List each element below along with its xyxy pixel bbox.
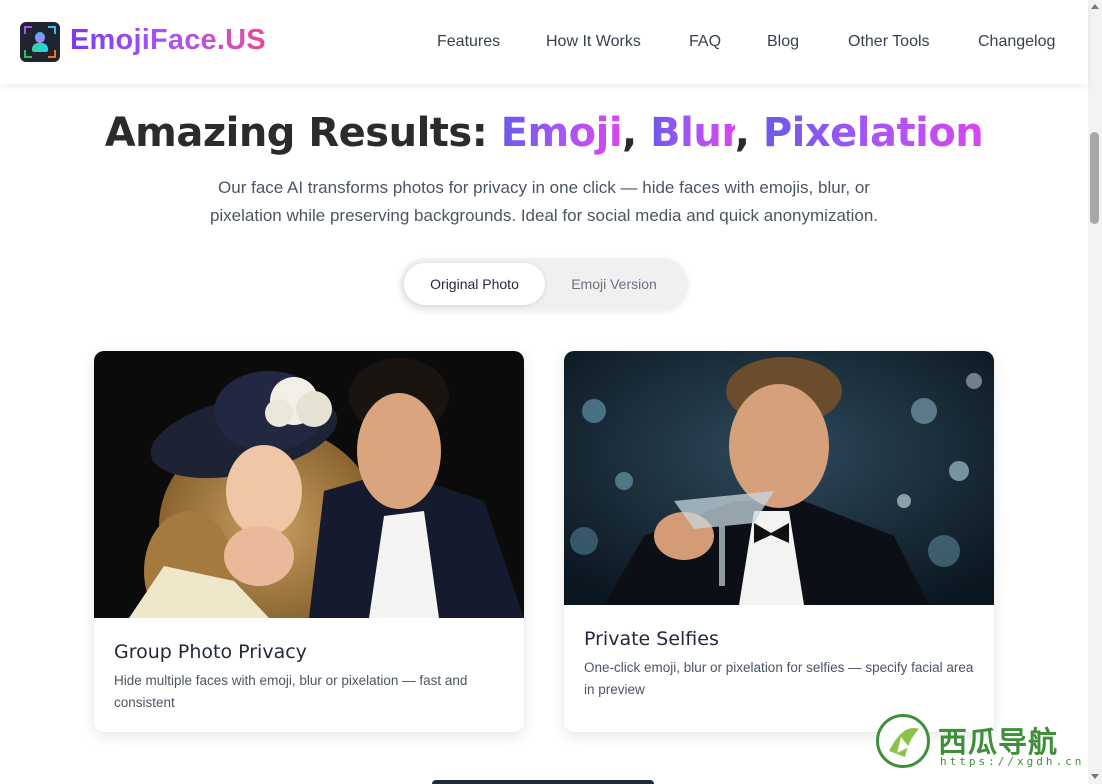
page-scrollbar[interactable] [1088,0,1102,784]
card-title: Private Selfies [584,628,719,650]
nav-blog[interactable]: Blog [767,33,799,51]
scrollbar-thumb[interactable] [1090,132,1099,224]
scroll-up-arrow-icon[interactable] [1091,4,1099,9]
scroll-down-arrow-icon[interactable] [1091,774,1099,779]
watermark-logo-icon [876,714,930,768]
title-pixelation: Pixelation [762,110,984,156]
logo-icon[interactable] [20,22,60,62]
brand-name[interactable]: EmojiFace.US [70,24,266,57]
section-subtitle: Our face AI transforms photos for privac… [209,178,879,225]
site-header: EmojiFace.US Features How It Works FAQ B… [0,0,1088,84]
card-title: Group Photo Privacy [114,641,307,663]
emoji-version-tab[interactable]: Emoji Version [549,263,679,305]
result-card-group: Group Photo Privacy Hide multiple faces … [94,351,524,732]
card-description: One-click emoji, blur or pixelation for … [584,660,974,697]
nav-changelog[interactable]: Changelog [978,33,1055,51]
group-photo-image [94,351,524,618]
original-photo-tab[interactable]: Original Photo [404,263,545,305]
title-blur: Blur [650,110,735,156]
nav-other-tools[interactable]: Other Tools [848,33,930,51]
card-description: Hide multiple faces with emoji, blur or … [114,673,468,710]
section-title: Amazing Results: Emoji, Blur, Pixelation [104,110,984,156]
selfie-photo-image [564,351,994,605]
nav-how-it-works[interactable]: How It Works [546,33,641,51]
section-button-peek[interactable] [432,780,654,784]
result-card-selfie: Private Selfies One-click emoji, blur or… [564,351,994,732]
nav-features[interactable]: Features [437,33,500,51]
view-toggle: Original Photo Emoji Version [400,258,688,310]
nav-faq[interactable]: FAQ [689,33,721,51]
watermark-url: https://xgdh.cn [940,755,1085,768]
title-emoji: Emoji [500,110,623,156]
